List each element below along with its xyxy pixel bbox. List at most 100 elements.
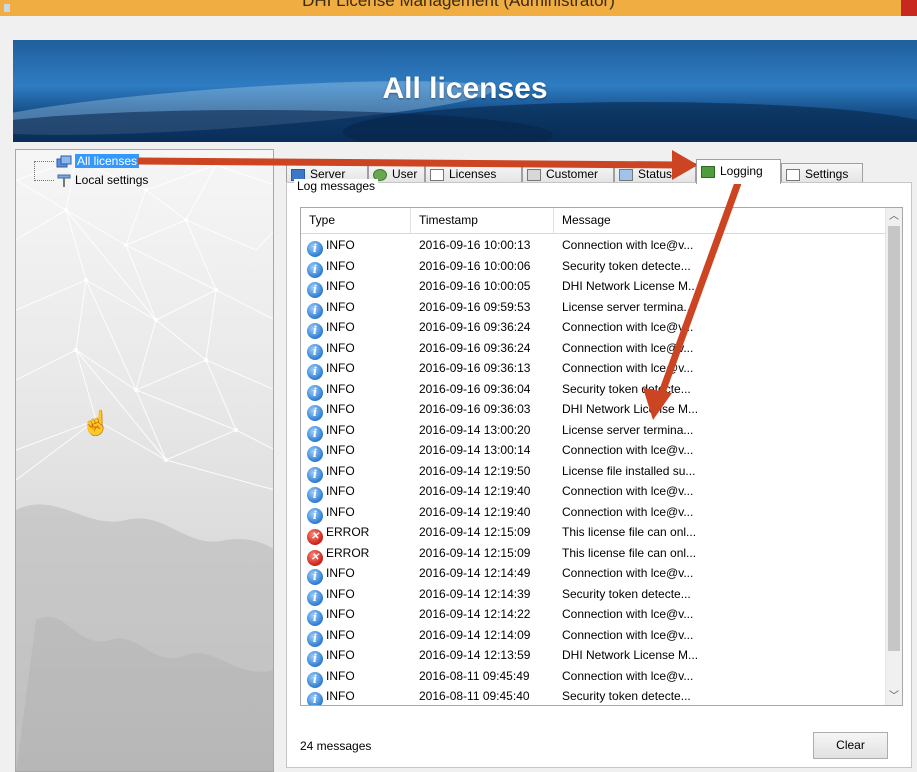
cell-type: i INFO <box>307 440 355 462</box>
vertical-scrollbar[interactable]: ︿ ﹀ <box>885 208 902 705</box>
tab-settings[interactable]: Settings <box>781 163 863 183</box>
cell-message: This license file can onl... <box>562 545 697 560</box>
cell-type: i INFO <box>307 235 355 257</box>
cell-message: Connection with lce@v... <box>562 484 694 498</box>
column-header-message[interactable]: Message <box>554 208 876 233</box>
cell-message: License file installed su... <box>562 463 696 478</box>
cell-message: Connection with lce@v... <box>562 361 694 375</box>
cell-message: Connection with lce@v... <box>562 627 694 642</box>
table-row[interactable]: i INFO 2016-09-14 12:19:50 License file ins… <box>301 461 885 483</box>
table-row[interactable]: i INFO 2016-09-14 13:00:14 Connection with … <box>301 440 885 462</box>
tab-logging[interactable]: Logging <box>696 159 781 184</box>
table-row[interactable]: i INFO 2016-09-16 09:36:24 Connection with … <box>301 317 885 339</box>
close-window-button[interactable] <box>901 0 917 16</box>
cell-timestamp: 2016-09-16 09:36:13 <box>419 361 531 375</box>
cell-timestamp: 2016-09-14 12:14:39 <box>419 586 531 601</box>
log-table: Type Timestamp Message i INFO 2016-09-16 1… <box>300 207 903 706</box>
table-row[interactable]: i INFO 2016-09-14 12:14:09 Connection with … <box>301 625 885 647</box>
scrollbar-thumb[interactable] <box>888 226 900 651</box>
table-row[interactable]: i INFO 2016-09-16 09:59:53 License server t… <box>301 297 885 319</box>
cell-type: i INFO <box>307 604 355 626</box>
table-row[interactable]: i INFO 2016-09-14 12:19:40 Connection with … <box>301 502 885 524</box>
table-row[interactable]: i INFO 2016-09-14 12:13:59 DHI Network Lice… <box>301 645 885 667</box>
logging-icon <box>701 165 715 178</box>
log-rows: i INFO 2016-09-16 10:00:13 Connection with … <box>301 235 885 705</box>
cell-timestamp: 2016-08-11 09:45:40 <box>419 689 530 703</box>
cell-message: DHI Network License M... <box>562 402 699 416</box>
settings-icon <box>786 168 800 181</box>
cell-timestamp: 2016-09-14 12:14:49 <box>419 566 531 580</box>
table-row[interactable]: i INFO 2016-09-14 12:14:39 Security token d… <box>301 584 885 606</box>
cell-type: i INFO <box>307 317 355 339</box>
cell-timestamp: 2016-09-16 10:00:05 <box>419 279 531 293</box>
hand-cursor-icon: ☝ <box>81 410 111 437</box>
status-icon <box>619 168 633 181</box>
cell-message: Connection with lce@v... <box>562 566 694 580</box>
cell-message: DHI Network License M... <box>562 648 699 662</box>
cell-message: Security token detecte... <box>562 258 691 273</box>
cell-type: i INFO <box>307 297 355 319</box>
tree-item-all-licenses[interactable]: All licenses <box>56 153 140 169</box>
cell-message: This license file can onl... <box>562 525 697 539</box>
tab-status[interactable]: Status <box>614 163 696 183</box>
main-panel: Server User Licenses Customer Status Log… <box>280 149 914 772</box>
table-row[interactable]: i INFO 2016-09-16 10:00:13 Connection with … <box>301 235 885 257</box>
info-icon: i <box>307 692 323 705</box>
cell-timestamp: 2016-09-16 10:00:06 <box>419 258 531 273</box>
table-row[interactable]: ✕ ERROR 2016-09-14 12:15:09 This license fi… <box>301 522 885 545</box>
cell-timestamp: 2016-09-14 13:00:20 <box>419 422 531 437</box>
cell-message: License server termina... <box>562 422 694 437</box>
cell-message: Connection with lce@v... <box>562 320 694 334</box>
customer-icon <box>527 168 541 181</box>
table-row[interactable]: i INFO 2016-09-16 09:36:13 Connection with … <box>301 358 885 380</box>
cell-type: i INFO <box>307 502 355 524</box>
cell-type: i INFO <box>307 686 355 705</box>
cell-type: i INFO <box>307 379 355 401</box>
cell-timestamp: 2016-09-16 09:59:53 <box>419 299 531 314</box>
cell-message: DHI Network License M... <box>562 279 699 293</box>
table-row[interactable]: i INFO 2016-09-14 12:14:22 Connection with … <box>301 604 885 626</box>
table-row[interactable]: ✕ ERROR 2016-09-14 12:15:09 This license fi… <box>301 543 885 566</box>
cell-timestamp: 2016-09-16 10:00:13 <box>419 238 531 252</box>
message-count: 24 messages <box>300 739 372 753</box>
clear-button[interactable]: Clear <box>813 732 888 759</box>
settings-tree-icon <box>57 174 71 187</box>
cell-type: i INFO <box>307 461 355 483</box>
cell-type: i INFO <box>307 358 355 380</box>
table-row[interactable]: i INFO 2016-09-16 10:00:05 DHI Network Lice… <box>301 276 885 298</box>
table-row[interactable]: i INFO 2016-08-11 09:45:40 Security token d… <box>301 686 885 705</box>
column-header-type[interactable]: Type <box>301 208 411 233</box>
table-row[interactable]: i INFO 2016-09-14 12:19:40 Connection with … <box>301 481 885 503</box>
cell-type: i INFO <box>307 276 355 298</box>
cell-timestamp: 2016-09-14 12:15:09 <box>419 525 531 539</box>
cell-timestamp: 2016-09-14 12:19:40 <box>419 484 531 498</box>
tab-licenses[interactable]: Licenses <box>425 163 522 183</box>
table-row[interactable]: i INFO 2016-09-16 09:36:03 DHI Network Lice… <box>301 399 885 421</box>
scroll-down-icon[interactable]: ﹀ <box>886 688 902 705</box>
table-row[interactable]: i INFO 2016-09-16 10:00:06 Security token d… <box>301 256 885 278</box>
background-network-image <box>16 158 273 771</box>
tree-item-label: All licenses <box>75 154 140 168</box>
table-row[interactable]: i INFO 2016-09-14 13:00:20 License server t… <box>301 420 885 442</box>
column-header-timestamp[interactable]: Timestamp <box>411 208 554 233</box>
cell-timestamp: 2016-09-14 12:14:09 <box>419 627 531 642</box>
cell-type: i INFO <box>307 338 355 360</box>
table-row[interactable]: i INFO 2016-08-11 09:45:49 Connection with … <box>301 666 885 688</box>
table-row[interactable]: i INFO 2016-09-14 12:14:49 Connection with … <box>301 563 885 585</box>
cell-timestamp: 2016-09-14 12:15:09 <box>419 545 531 560</box>
cell-type: i INFO <box>307 256 355 278</box>
table-row[interactable]: i INFO 2016-09-16 09:36:24 Connection with … <box>301 338 885 360</box>
tree-item-local-settings[interactable]: Local settings <box>56 172 148 188</box>
table-row[interactable]: i INFO 2016-09-16 09:36:04 Security token d… <box>301 379 885 401</box>
cell-type: i INFO <box>307 399 355 421</box>
cell-timestamp: 2016-09-16 09:36:24 <box>419 340 531 355</box>
cell-timestamp: 2016-09-16 09:36:03 <box>419 402 531 416</box>
scroll-up-icon[interactable]: ︿ <box>886 208 902 225</box>
window-title: DHI License Management (Administrator) <box>302 0 615 10</box>
cell-timestamp: 2016-09-14 12:14:22 <box>419 607 531 621</box>
page-title: All licenses <box>382 72 548 105</box>
tab-customer[interactable]: Customer <box>522 163 614 183</box>
cell-message: Security token detecte... <box>562 689 691 703</box>
log-messages-label: Log messages <box>294 179 379 193</box>
cell-message: Security token detecte... <box>562 586 691 601</box>
